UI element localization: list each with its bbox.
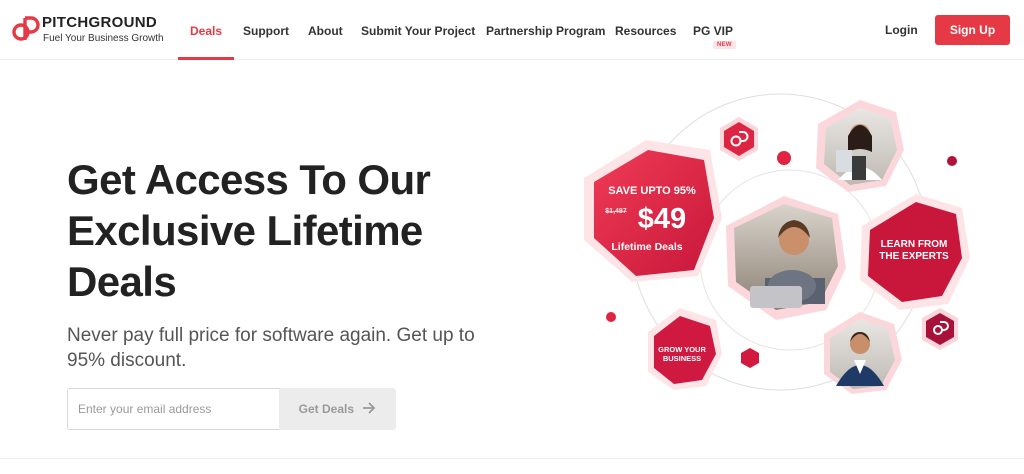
decor-hexagon bbox=[741, 348, 759, 368]
experts-line1: LEARN FROM bbox=[881, 239, 948, 250]
site-header: PITCHGROUND Fuel Your Business Growth De… bbox=[0, 0, 1024, 60]
nav-deals[interactable]: Deals bbox=[178, 0, 235, 60]
brand-name: PITCHGROUND bbox=[42, 14, 157, 31]
deal-line3: Lifetime Deals bbox=[611, 241, 682, 253]
nav-pg-vip[interactable]: PG VIP bbox=[681, 0, 745, 60]
deal-line1: SAVE UPTO 95% bbox=[608, 185, 696, 197]
hero-illustration: SAVE UPTO 95% $1,497 $49 Lifetime Deals … bbox=[584, 93, 970, 394]
brand-tagline: Fuel Your Business Growth bbox=[43, 33, 164, 44]
section-divider bbox=[0, 458, 1024, 459]
pitchground-logo-icon bbox=[12, 16, 40, 41]
experts-line2: THE EXPERTS bbox=[879, 251, 949, 262]
decor-dot bbox=[777, 151, 791, 165]
signup-button[interactable]: Sign Up bbox=[935, 15, 1010, 45]
deal-old-price: $1,497 bbox=[605, 208, 627, 215]
email-input[interactable] bbox=[67, 388, 279, 430]
nav-about[interactable]: About bbox=[296, 0, 355, 60]
nav-support[interactable]: Support bbox=[231, 0, 301, 60]
decor-dot bbox=[606, 312, 616, 322]
nav-resources[interactable]: Resources bbox=[603, 0, 688, 60]
grow-line2: BUSINESS bbox=[663, 354, 701, 363]
grow-line1: GROW YOUR bbox=[658, 345, 706, 354]
deal-price: $49 bbox=[638, 203, 686, 235]
hero-title: Get Access To Our Exclusive Lifetime Dea… bbox=[67, 156, 431, 305]
get-deals-button[interactable]: Get Deals bbox=[279, 388, 396, 430]
nav-submit-your-project[interactable]: Submit Your Project bbox=[349, 0, 487, 60]
nav-partnership-program[interactable]: Partnership Program bbox=[474, 0, 617, 60]
brand-logo[interactable]: PITCHGROUND Fuel Your Business Growth bbox=[12, 13, 164, 47]
get-deals-label: Get Deals bbox=[298, 402, 354, 416]
new-badge: NEW bbox=[713, 41, 736, 49]
login-link[interactable]: Login bbox=[885, 23, 918, 37]
hero-subtitle: Never pay full price for software again.… bbox=[67, 325, 475, 371]
arrow-right-icon bbox=[363, 402, 376, 414]
decor-dot bbox=[947, 156, 957, 166]
